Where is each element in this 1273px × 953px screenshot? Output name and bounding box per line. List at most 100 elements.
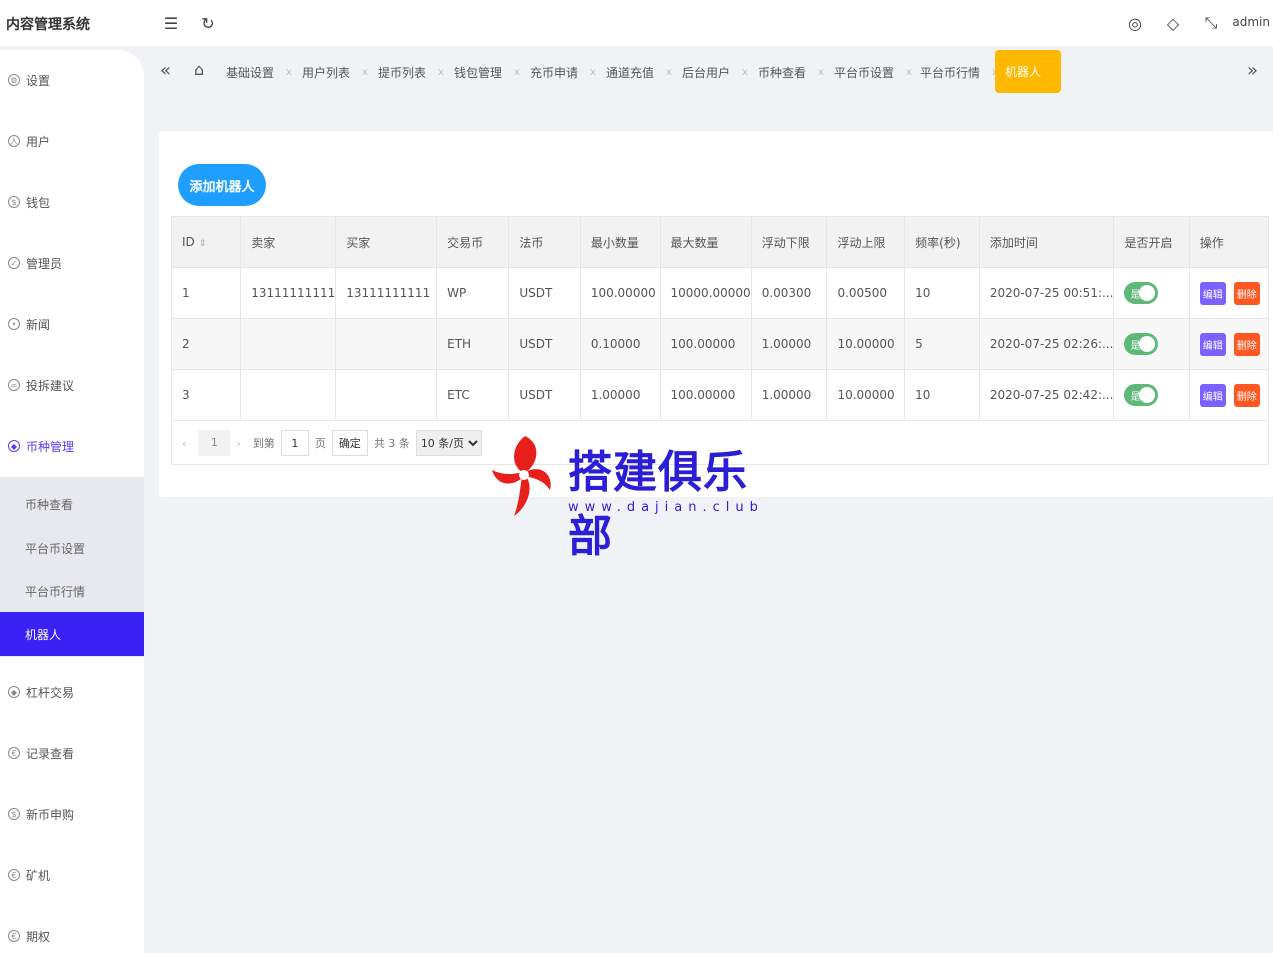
close-icon[interactable]: x: [590, 67, 596, 78]
close-icon[interactable]: x: [906, 67, 912, 78]
cell-enabled: 是: [1113, 369, 1190, 421]
tab-channel-recharge[interactable]: 通道充值 x: [606, 50, 672, 94]
menu-fold-icon[interactable]: ☰: [160, 12, 182, 34]
theme-icon[interactable]: ◎: [1124, 12, 1146, 34]
sidebar-item-miner[interactable]: € 矿机: [0, 860, 144, 890]
tab-strip: « ⌂ 基础设置 x 用户列表 x 提币列表 x 钱包管理 x 充币申请 x 通道充值 x …: [152, 50, 1273, 94]
delete-button[interactable]: 删除: [1233, 383, 1260, 407]
edit-button[interactable]: 编辑: [1199, 383, 1226, 407]
coin-submenu: 币种查看 平台币设置 平台币行情 机器人: [0, 477, 144, 657]
col-header: 法币: [508, 216, 581, 268]
sidebar-item-settings[interactable]: ⚙ 设置: [0, 65, 144, 95]
close-icon[interactable]: x: [514, 67, 520, 78]
next-page-icon[interactable]: ›: [236, 437, 240, 450]
sidebar-item-admins[interactable]: ✓ 管理员: [0, 248, 144, 278]
goto-page-input[interactable]: [280, 430, 309, 456]
col-header: 最小数量: [579, 216, 661, 268]
tabs-scroll-left-icon[interactable]: «: [160, 60, 171, 81]
sidebar-item-options[interactable]: € 期权: [0, 921, 144, 951]
tab-backend-users[interactable]: 后台用户 x: [682, 50, 748, 94]
col-header[interactable]: ID ⇕: [170, 216, 242, 268]
submenu-platform-coin-market[interactable]: 平台币行情: [0, 569, 144, 613]
cell-coin: WP: [436, 267, 510, 319]
cell-float-high: 10.00000: [826, 318, 906, 370]
option-icon: €: [8, 930, 20, 942]
user-icon: 人: [8, 135, 20, 147]
current-page[interactable]: 1: [198, 430, 231, 456]
enabled-toggle[interactable]: 是: [1124, 333, 1159, 355]
sidebar-item-news[interactable]: • 新闻: [0, 309, 144, 339]
tab-platform-coin-market[interactable]: 平台币行情x: [920, 50, 998, 94]
refresh-icon[interactable]: ↻: [197, 12, 219, 34]
close-icon[interactable]: x: [818, 67, 824, 78]
diamond-icon: ◆: [8, 440, 20, 452]
edit-button[interactable]: 编辑: [1199, 281, 1226, 305]
app-title: 内容管理系统: [6, 17, 90, 33]
close-icon[interactable]: x: [362, 67, 368, 78]
cell-seller: [240, 318, 337, 370]
add-robot-button[interactable]: 添加机器人: [178, 164, 266, 206]
fullscreen-icon[interactable]: ⤡: [1200, 12, 1222, 34]
close-icon[interactable]: x: [666, 67, 672, 78]
coin-icon: $: [8, 808, 20, 820]
goto-confirm-button[interactable]: 确定: [331, 430, 368, 456]
close-icon[interactable]: x: [438, 67, 444, 78]
sidebar-item-feedback[interactable]: ∞ 投拆建议: [0, 370, 144, 400]
cell-time: 2020-07-25 02:42:...: [978, 369, 1115, 421]
tab-deposit-request[interactable]: 充币申请 x: [530, 50, 596, 94]
total-count: 共 3 条: [373, 437, 410, 450]
record-icon: €: [8, 747, 20, 759]
cell-max: 10000.00000: [659, 267, 752, 319]
cell-min: 1.00000: [579, 369, 661, 421]
delete-button[interactable]: 删除: [1233, 281, 1260, 305]
cell-time: 2020-07-25 02:26:...: [978, 318, 1115, 370]
tab-withdraw-list[interactable]: 提币列表 x: [378, 50, 444, 94]
enabled-toggle[interactable]: 是: [1124, 384, 1159, 406]
tabs-scroll-right-icon[interactable]: »: [1247, 60, 1258, 81]
wallet-icon: $: [8, 196, 20, 208]
sort-icon[interactable]: ⇕: [199, 239, 207, 249]
tab-basic-settings[interactable]: 基础设置 x: [226, 50, 292, 94]
home-icon[interactable]: ⌂: [194, 60, 204, 79]
prev-page-icon[interactable]: ‹: [182, 437, 186, 450]
sidebar-item-users[interactable]: 人用户: [0, 126, 144, 156]
delete-button[interactable]: 删除: [1233, 332, 1260, 356]
submenu-robot[interactable]: 机器人: [0, 612, 144, 656]
sidebar-item-records[interactable]: € 记录查看: [0, 738, 144, 768]
user-menu[interactable]: admin: [1232, 15, 1270, 29]
tab-robot[interactable]: 机器人: [995, 50, 1061, 93]
col-header: 浮动上限: [826, 216, 906, 268]
cell-actions: 编辑 删除: [1188, 369, 1270, 421]
col-header: 最大数量: [659, 216, 752, 268]
toggle-knob: [1139, 387, 1156, 403]
tag-icon[interactable]: ◇: [1162, 12, 1184, 34]
cell-id: 3: [170, 369, 242, 421]
cell-float-high: 10.00000: [826, 369, 906, 421]
top-header: 内容管理系统 ☰ ↻ ◎ ◇ ⤡ admin: [0, 0, 1273, 46]
close-icon[interactable]: x: [742, 67, 748, 78]
submenu-platform-coin-settings[interactable]: 平台币设置: [0, 526, 144, 570]
tab-coin-view[interactable]: 币种查看 x: [758, 50, 824, 94]
cell-float-low: 0.00300: [750, 267, 828, 319]
edit-button[interactable]: 编辑: [1199, 332, 1226, 356]
cell-enabled: 是: [1113, 267, 1190, 319]
tab-wallet-management[interactable]: 钱包管理 x: [454, 50, 520, 94]
miner-icon: €: [8, 869, 20, 881]
sidebar-item-wallet[interactable]: $ 钱包: [0, 187, 144, 217]
tab-user-list[interactable]: 用户列表 x: [302, 50, 368, 94]
page-unit-label: 页: [314, 437, 326, 450]
close-icon[interactable]: x: [286, 67, 292, 78]
cell-seller: 13111111111: [240, 267, 337, 319]
sidebar-item-new-coin[interactable]: $ 新币申购: [0, 799, 144, 829]
submenu-coin-view[interactable]: 币种查看: [0, 482, 144, 526]
cell-max: 100.00000: [659, 318, 752, 370]
sidebar-item-coin-management[interactable]: ◆ 币种管理: [0, 431, 144, 461]
sidebar-item-leverage[interactable]: ◆ 杠杆交易: [0, 677, 144, 707]
col-header: 买家: [335, 216, 438, 268]
page-size-select[interactable]: 10 条/页: [415, 430, 482, 456]
goto-label: 到第: [252, 437, 275, 450]
cell-fiat: USDT: [508, 318, 581, 370]
cell-frequency: 10: [904, 369, 980, 421]
enabled-toggle[interactable]: 是: [1124, 282, 1159, 304]
tab-platform-coin-settings[interactable]: 平台币设置 x: [834, 50, 912, 94]
